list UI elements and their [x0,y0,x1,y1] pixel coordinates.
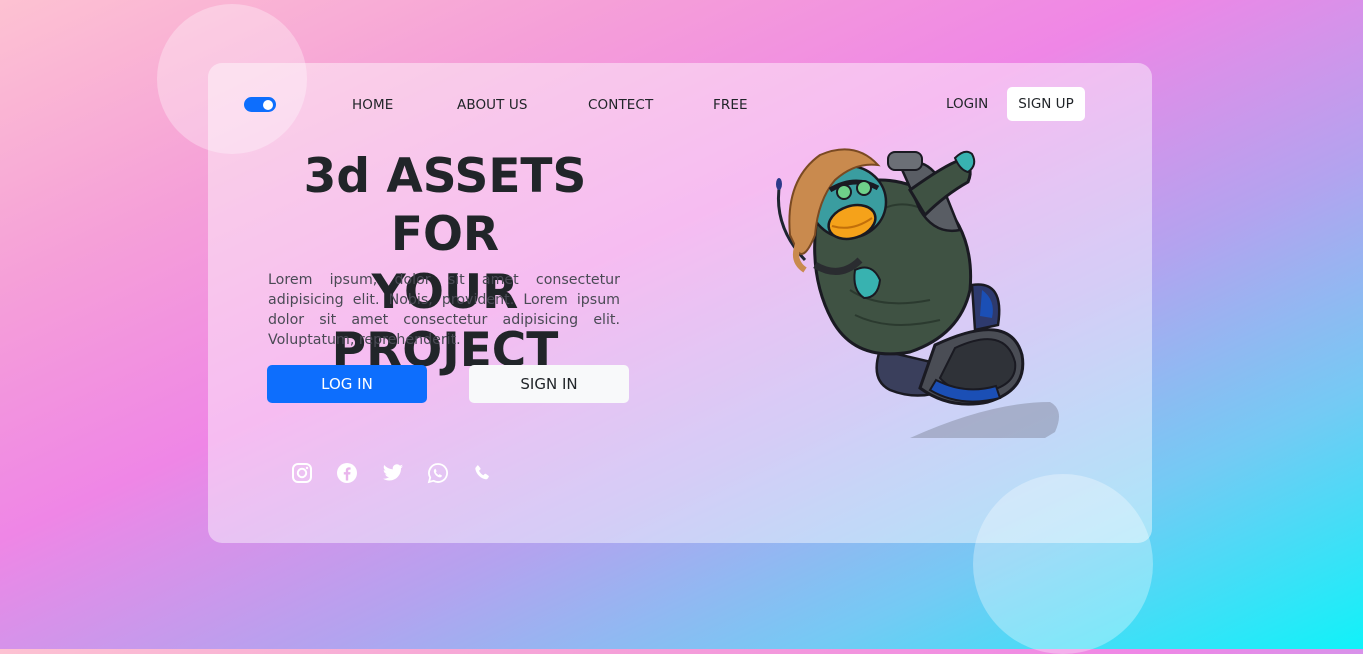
signup-button[interactable]: SIGN UP [1007,87,1085,121]
nav-link-home[interactable]: HOME [352,97,393,113]
hero-description: Lorem ipsum, dolor sit amet consectetur … [268,272,620,348]
nav-link-about-us[interactable]: ABOUT US [457,97,528,113]
twitter-icon[interactable] [382,462,404,484]
facebook-icon[interactable] [336,462,358,484]
nav-link-contect[interactable]: CONTECT [588,97,653,113]
nav-link-free[interactable]: FREE [713,97,748,113]
hero-title-line-1: 3d ASSETS FOR [303,149,587,262]
theme-toggle-switch[interactable] [244,97,276,112]
login-link[interactable]: LOGIN [946,96,988,112]
character-shadow [910,402,1059,438]
phone-icon[interactable] [471,462,493,484]
signin-button[interactable]: SIGN IN [469,365,629,403]
whatsapp-icon[interactable] [427,462,449,484]
decorative-circle-bottom-right [973,474,1153,654]
penguin-character-illustration [776,148,1059,438]
decorative-circle-top-left [157,4,307,154]
instagram-icon[interactable] [291,462,313,484]
login-button[interactable]: LOG IN [267,365,427,403]
